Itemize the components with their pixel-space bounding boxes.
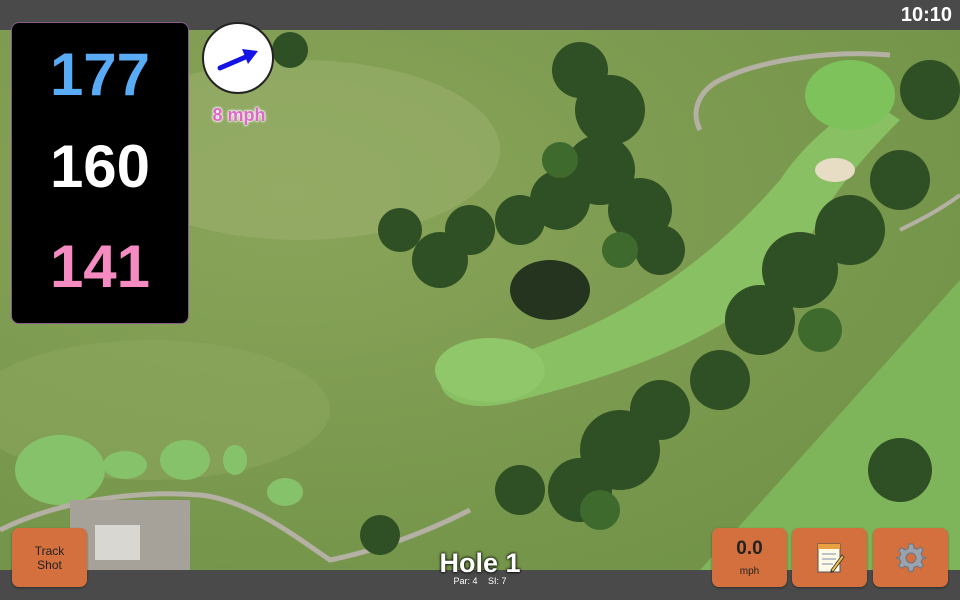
hole-par: Par: 4 — [453, 576, 478, 586]
gear-icon — [894, 543, 927, 572]
front-distance: 141 — [49, 233, 151, 300]
settings-button[interactable] — [873, 528, 948, 587]
speed-unit: mph — [739, 566, 760, 577]
track-shot-label-line1: Track — [34, 543, 65, 558]
back-distance: 177 — [49, 41, 151, 108]
distance-panel: 177 160 141 — [11, 22, 189, 324]
notepad-icon — [817, 543, 845, 573]
hole-title: Hole 1 — [439, 548, 521, 578]
speed-value: 0.0 — [736, 538, 763, 559]
track-shot-label-line2: Shot — [37, 557, 62, 572]
speed-button[interactable]: 0.0 mph — [712, 528, 787, 587]
hole-stroke-index: SI: 7 — [488, 576, 507, 586]
wind-direction-arrow-icon — [217, 49, 258, 71]
wind-indicator — [202, 22, 274, 94]
wind-speed-label: 8 mph — [212, 105, 266, 125]
hole-info: Par: 4 SI: 7 — [380, 576, 580, 586]
scorecard-notes-button[interactable] — [792, 528, 867, 587]
track-shot-button[interactable]: Track Shot — [12, 528, 87, 587]
center-distance: 160 — [49, 133, 151, 200]
clock: 10:10 — [900, 4, 952, 26]
